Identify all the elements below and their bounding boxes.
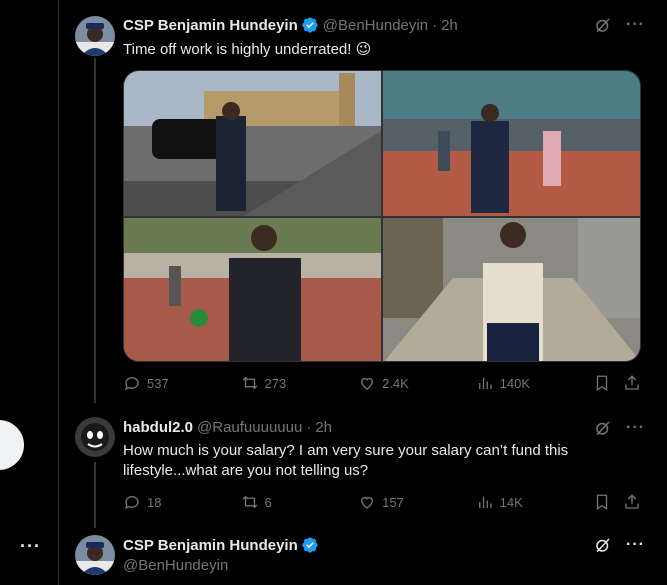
separator-dot: · — [306, 419, 312, 436]
reply-count: 537 — [147, 375, 169, 391]
share-icon — [625, 494, 639, 509]
avatar[interactable] — [75, 417, 115, 457]
bookmark-button[interactable] — [593, 374, 623, 392]
tweet-media-grid[interactable] — [123, 70, 641, 362]
repost-button[interactable]: 6 — [241, 493, 359, 511]
repost-icon — [242, 495, 257, 509]
bookmark-button[interactable] — [593, 493, 623, 511]
share-icon — [625, 375, 639, 390]
user-handle[interactable]: @Raufuuuuuuu — [197, 419, 302, 436]
tweet-header: CSP Benjamin Hundeyin @BenHundeyin · 2h — [123, 16, 458, 34]
tweet-top-actions: ··· — [594, 536, 645, 554]
tweet-top-actions: ··· — [594, 16, 645, 34]
repost-icon — [242, 376, 257, 390]
like-button[interactable]: 157 — [358, 493, 476, 511]
tweet-text: How much is your salary? I am very sure … — [123, 442, 569, 479]
photo-plaza[interactable] — [383, 71, 640, 216]
reply-count: 18 — [147, 494, 162, 510]
verified-icon — [301, 16, 319, 34]
share-button[interactable] — [623, 493, 643, 511]
sidebar-more-button[interactable]: ··· — [20, 536, 41, 557]
like-icon — [361, 377, 374, 390]
grok-icon[interactable] — [594, 419, 612, 437]
separator-dot: · — [432, 16, 438, 34]
views-button[interactable]: 14K — [476, 493, 594, 511]
photo-westminster[interactable] — [124, 71, 381, 216]
tweet-actions: 18 6 157 14K — [123, 493, 643, 511]
tweet-top-actions: ··· — [594, 419, 645, 437]
user-handle[interactable]: @BenHundeyin — [123, 556, 643, 576]
repost-button[interactable]: 273 — [241, 374, 359, 392]
like-icon — [361, 496, 374, 509]
reply-button[interactable]: 537 — [123, 374, 241, 392]
tweet-author-reply[interactable]: CSP Benjamin Hundeyin @BenHundeyin ··· — [58, 525, 667, 585]
bookmark-icon — [597, 494, 608, 511]
tweet-header: CSP Benjamin Hundeyin — [123, 536, 319, 554]
like-button[interactable]: 2.4K — [358, 374, 476, 392]
tweet-text: Time off work is highly underrated! 😉 — [123, 41, 372, 58]
verified-icon — [301, 536, 319, 554]
tweet-reply[interactable]: habdul2.0 @Raufuuuuuuu · 2h ··· How much… — [58, 405, 667, 525]
sidebar-post-button[interactable] — [0, 420, 24, 470]
grok-icon[interactable] — [594, 16, 612, 34]
grok-icon[interactable] — [594, 536, 612, 554]
reply-button[interactable]: 18 — [123, 493, 241, 511]
timestamp[interactable]: 2h — [315, 419, 332, 436]
display-name[interactable]: CSP Benjamin Hundeyin — [123, 537, 298, 554]
views-icon — [478, 496, 492, 508]
views-icon — [478, 377, 492, 389]
avatar[interactable] — [75, 535, 115, 575]
user-handle[interactable]: @BenHundeyin — [323, 17, 428, 34]
reply-icon — [124, 496, 139, 510]
repost-count: 273 — [264, 375, 287, 391]
display-name[interactable]: habdul2.0 — [123, 419, 193, 436]
views-count: 140K — [499, 375, 531, 391]
like-count: 2.4K — [382, 375, 409, 391]
share-button[interactable] — [623, 374, 643, 392]
views-count: 14K — [499, 494, 523, 510]
timestamp[interactable]: 2h — [441, 17, 458, 34]
tweet-header: habdul2.0 @Raufuuuuuuu · 2h — [123, 419, 332, 436]
like-count: 157 — [382, 494, 404, 510]
tweet-main[interactable]: CSP Benjamin Hundeyin @BenHundeyin · 2h … — [58, 0, 667, 405]
more-icon[interactable]: ··· — [626, 16, 645, 34]
avatar[interactable] — [75, 16, 115, 56]
reply-icon — [124, 377, 139, 391]
bookmark-icon — [597, 375, 608, 392]
photo-palace[interactable] — [124, 218, 381, 361]
tweet-actions: 537 273 2.4K 140K — [123, 374, 643, 392]
repost-count: 6 — [264, 494, 272, 510]
more-icon[interactable]: ··· — [626, 536, 645, 554]
more-icon[interactable]: ··· — [626, 419, 645, 437]
photo-street[interactable] — [383, 218, 640, 361]
display-name[interactable]: CSP Benjamin Hundeyin — [123, 17, 298, 34]
views-button[interactable]: 140K — [476, 374, 594, 392]
